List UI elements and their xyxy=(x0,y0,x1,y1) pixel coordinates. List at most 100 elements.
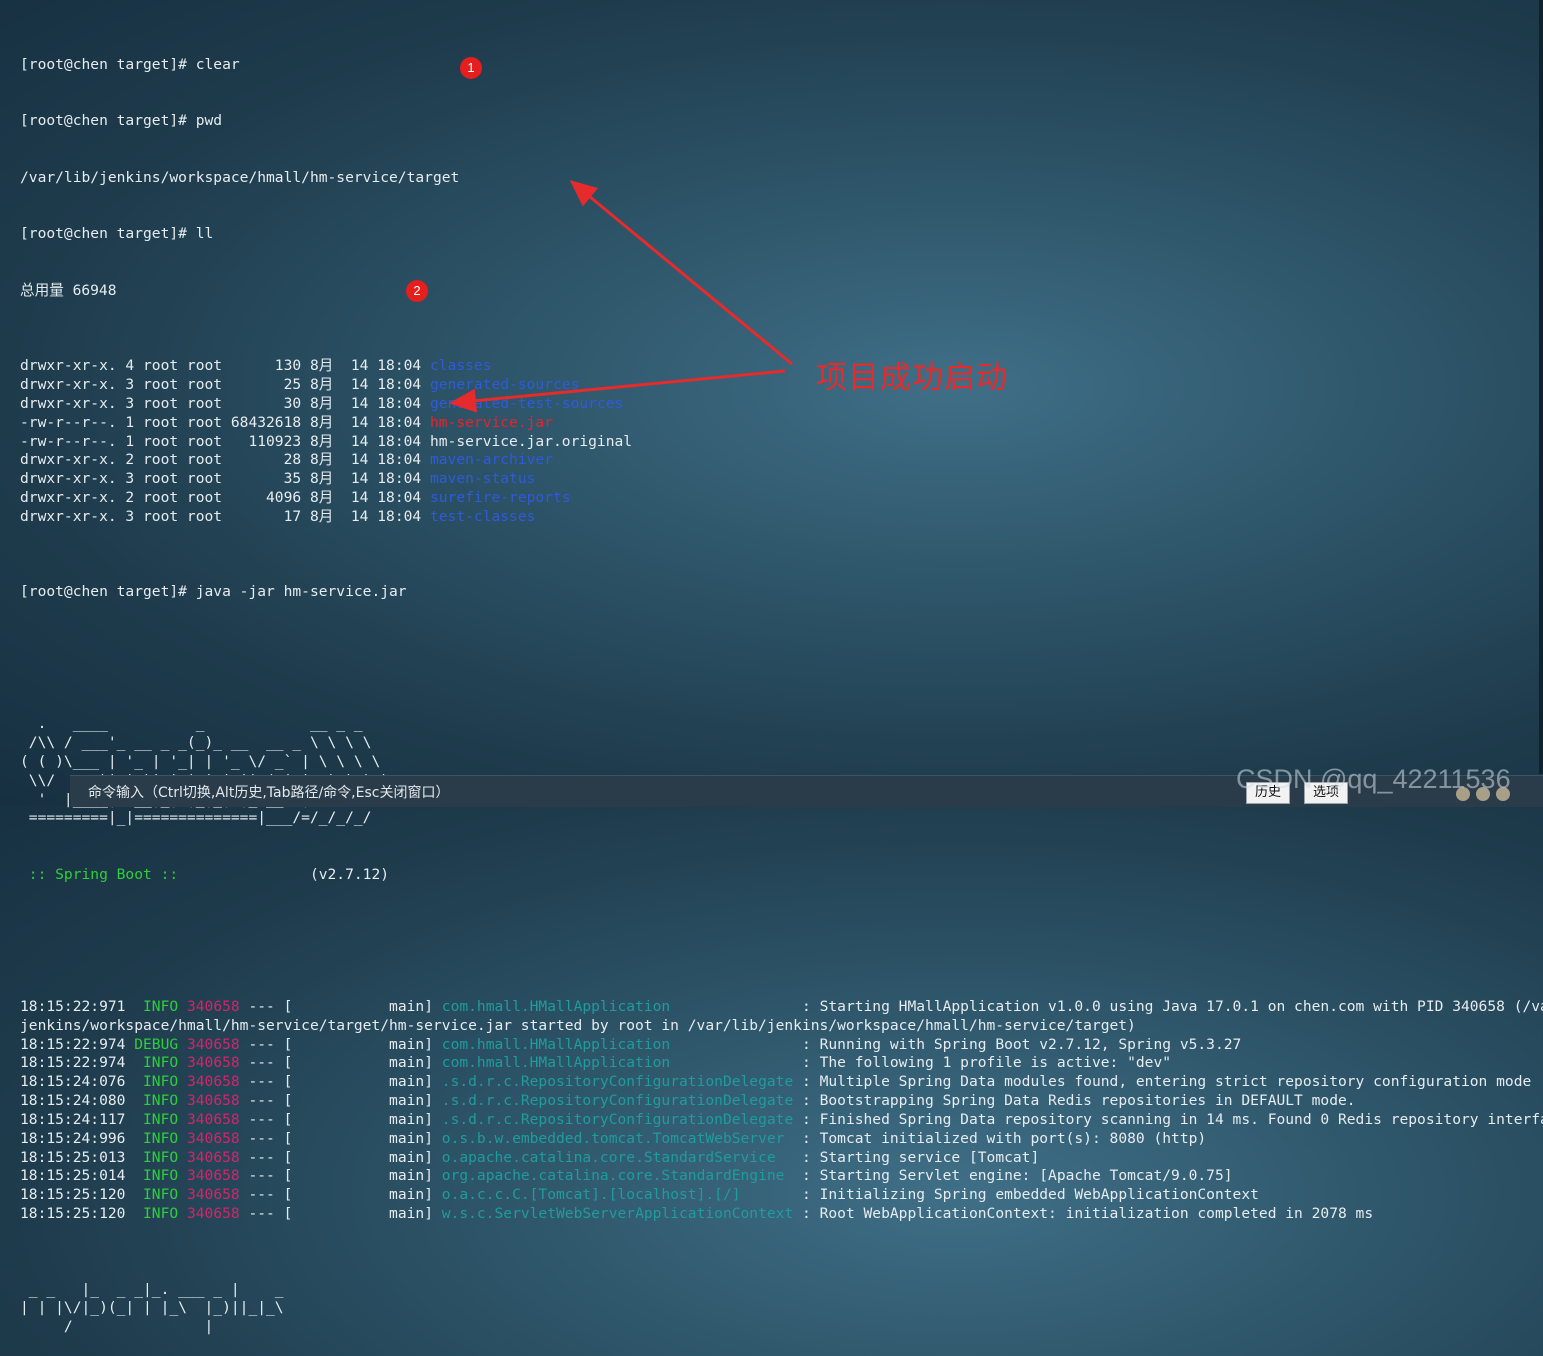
log-row: 18:15:25:120 INFO 340658 --- [ main] w.s… xyxy=(20,1205,1543,1224)
log-level: INFO xyxy=(134,1186,179,1204)
log-level: DEBUG xyxy=(134,1035,179,1053)
tail-art-line: | | |\/|_)(_| | |_\ |_)||_|_\ xyxy=(20,1299,284,1317)
log-space xyxy=(178,1092,187,1109)
log-space xyxy=(178,1036,187,1053)
log-pid: 340658 xyxy=(186,1035,240,1053)
log-time: 18:15:24:117 xyxy=(20,1110,135,1128)
log-logger: org.apache.catalina.core.StandardEngine xyxy=(441,1167,794,1185)
tray-icon[interactable] xyxy=(1456,787,1470,801)
log-logger: o.s.b.w.embedded.tomcat.TomcatWebServer xyxy=(441,1129,794,1147)
log-space xyxy=(178,1130,187,1147)
log-time: 18:15:25:120 xyxy=(20,1205,135,1223)
log-pid: 340658 xyxy=(186,1186,240,1204)
log-row: 18:15:22:974 INFO 340658 --- [ main] com… xyxy=(20,1054,1543,1073)
spring-boot-version: (v2.7.12) xyxy=(178,865,390,883)
log-pid: 340658 xyxy=(186,1092,240,1110)
log-level: INFO xyxy=(134,997,179,1015)
log-space xyxy=(178,1186,187,1203)
annotation-arrows xyxy=(449,180,793,413)
log-time: 18:15:24:076 xyxy=(20,1073,135,1091)
log-pid: 340658 xyxy=(186,1148,240,1166)
log-thread: --- [ main] xyxy=(239,1054,442,1072)
arrow-to-banner xyxy=(449,369,786,413)
log-row: 18:15:25:120 INFO 340658 --- [ main] o.a… xyxy=(20,1186,1543,1205)
spring-banner-footer: :: Spring Boot :: (v2.7.12) xyxy=(20,866,1543,885)
tail-art-line: / | xyxy=(20,1318,214,1336)
tray-icons xyxy=(1456,782,1543,806)
log-logger: com.hmall.HMallApplication xyxy=(441,1054,794,1072)
log-row: 18:15:22:971 INFO 340658 --- [ main] com… xyxy=(20,998,1543,1017)
log-level: INFO xyxy=(134,1205,179,1223)
log-time: 18:15:22:974 xyxy=(20,1054,135,1072)
log-space xyxy=(178,998,187,1015)
log-thread: --- [ main] xyxy=(239,1167,442,1185)
log-message: : The following 1 profile is active: "de… xyxy=(793,1054,1172,1072)
log-logger: .s.d.r.c.RepositoryConfigurationDelegate xyxy=(441,1073,794,1091)
log-logger: com.hmall.HMallApplication xyxy=(441,997,794,1015)
log-time: 18:15:22:974 xyxy=(20,1035,135,1053)
log-thread: --- [ main] xyxy=(239,997,442,1015)
log-pid: 340658 xyxy=(186,1110,240,1128)
log-message: : Multiple Spring Data modules found, en… xyxy=(793,1073,1532,1091)
log-row: 18:15:22:974 DEBUG 340658 --- [ main] co… xyxy=(20,1036,1543,1055)
log-pid: 340658 xyxy=(186,1167,240,1185)
command-input-label: 命令输入（Ctrl切换,Alt历史,Tab路径/命令,Esc关闭窗口） xyxy=(88,785,450,801)
log-level: INFO xyxy=(134,1073,179,1091)
mybatis-plus-banner: _ _ |_ _ _|_. ___ _ | _ | | |\/|_)(_| | |… xyxy=(20,1281,1543,1338)
log-time: 18:15:24:080 xyxy=(20,1092,135,1110)
log-logger: o.apache.catalina.core.StandardService xyxy=(441,1148,794,1166)
log-row: 18:15:24:996 INFO 340658 --- [ main] o.s… xyxy=(20,1130,1543,1149)
log-pid: 340658 xyxy=(186,1073,240,1091)
log-space xyxy=(178,1111,187,1128)
log-message: : Tomcat initialized with port(s): 8080 … xyxy=(793,1129,1207,1147)
log-logger: w.s.c.ServletWebServerApplicationContext xyxy=(441,1205,794,1223)
log-thread: --- [ main] xyxy=(239,1148,442,1166)
log-message: : Starting service [Tomcat] xyxy=(793,1148,1040,1166)
log-logger: o.a.c.c.C.[Tomcat].[localhost].[/] xyxy=(441,1186,794,1204)
log-logger: com.hmall.HMallApplication xyxy=(441,1035,794,1053)
log-space xyxy=(178,1073,187,1090)
arrow-to-jar xyxy=(569,180,793,366)
log-message: : Starting Servlet engine: [Apache Tomca… xyxy=(793,1167,1233,1185)
log-message: : Starting HMallApplication v1.0.0 using… xyxy=(793,997,1543,1015)
log-output: 18:15:22:971 INFO 340658 --- [ main] com… xyxy=(20,998,1543,1224)
log-thread: --- [ main] xyxy=(239,1186,442,1204)
log-message: : Root WebApplicationContext: initializa… xyxy=(793,1205,1374,1223)
log-pid: 340658 xyxy=(186,997,240,1015)
log-space xyxy=(178,1167,187,1184)
log-space xyxy=(178,1054,187,1071)
log-message: : Running with Spring Boot v2.7.12, Spri… xyxy=(793,1035,1242,1053)
log-thread: --- [ main] xyxy=(239,1073,442,1091)
tray-icon[interactable] xyxy=(1476,787,1490,801)
log-thread: --- [ main] xyxy=(239,1205,442,1223)
log-message: : Initializing Spring embedded WebApplic… xyxy=(793,1186,1259,1204)
log-space xyxy=(178,1149,187,1166)
log-thread: --- [ main] xyxy=(239,1129,442,1147)
spring-boot-label: :: Spring Boot :: xyxy=(20,865,179,883)
tray-icon[interactable] xyxy=(1496,787,1510,801)
log-time: 18:15:24:996 xyxy=(20,1129,135,1147)
log-row: 18:15:25:013 INFO 340658 --- [ main] o.a… xyxy=(20,1149,1543,1168)
log-level: INFO xyxy=(134,1054,179,1072)
log-time: 18:15:25:014 xyxy=(20,1167,135,1185)
log-pid: 340658 xyxy=(186,1054,240,1072)
log-thread: --- [ main] xyxy=(239,1092,442,1110)
log-row: 18:15:25:014 INFO 340658 --- [ main] org… xyxy=(20,1167,1543,1186)
tail-art-line: _ _ |_ _ _|_. ___ _ | _ xyxy=(20,1280,284,1298)
banner-line: =========|_|==============|___/=/_/_/_/ xyxy=(20,809,372,827)
log-space xyxy=(178,1205,187,1222)
log-message: : Bootstrapping Spring Data Redis reposi… xyxy=(793,1092,1356,1110)
log-wrap-line: jenkins/workspace/hmall/hm-service/targe… xyxy=(20,1016,1136,1034)
log-thread: --- [ main] xyxy=(239,1110,442,1128)
log-level: INFO xyxy=(134,1110,179,1128)
log-row: 18:15:24:076 INFO 340658 --- [ main] .s.… xyxy=(20,1073,1543,1092)
log-level: INFO xyxy=(134,1148,179,1166)
log-row: 18:15:24:080 INFO 340658 --- [ main] .s.… xyxy=(20,1092,1543,1111)
log-time: 18:15:22:971 xyxy=(20,997,135,1015)
log-logger: .s.d.r.c.RepositoryConfigurationDelegate xyxy=(441,1110,794,1128)
log-message: : Finished Spring Data repository scanni… xyxy=(793,1110,1543,1128)
log-pid: 340658 xyxy=(186,1129,240,1147)
log-pid: 340658 xyxy=(186,1205,240,1223)
log-row: 18:15:24:117 INFO 340658 --- [ main] .s.… xyxy=(20,1111,1543,1130)
